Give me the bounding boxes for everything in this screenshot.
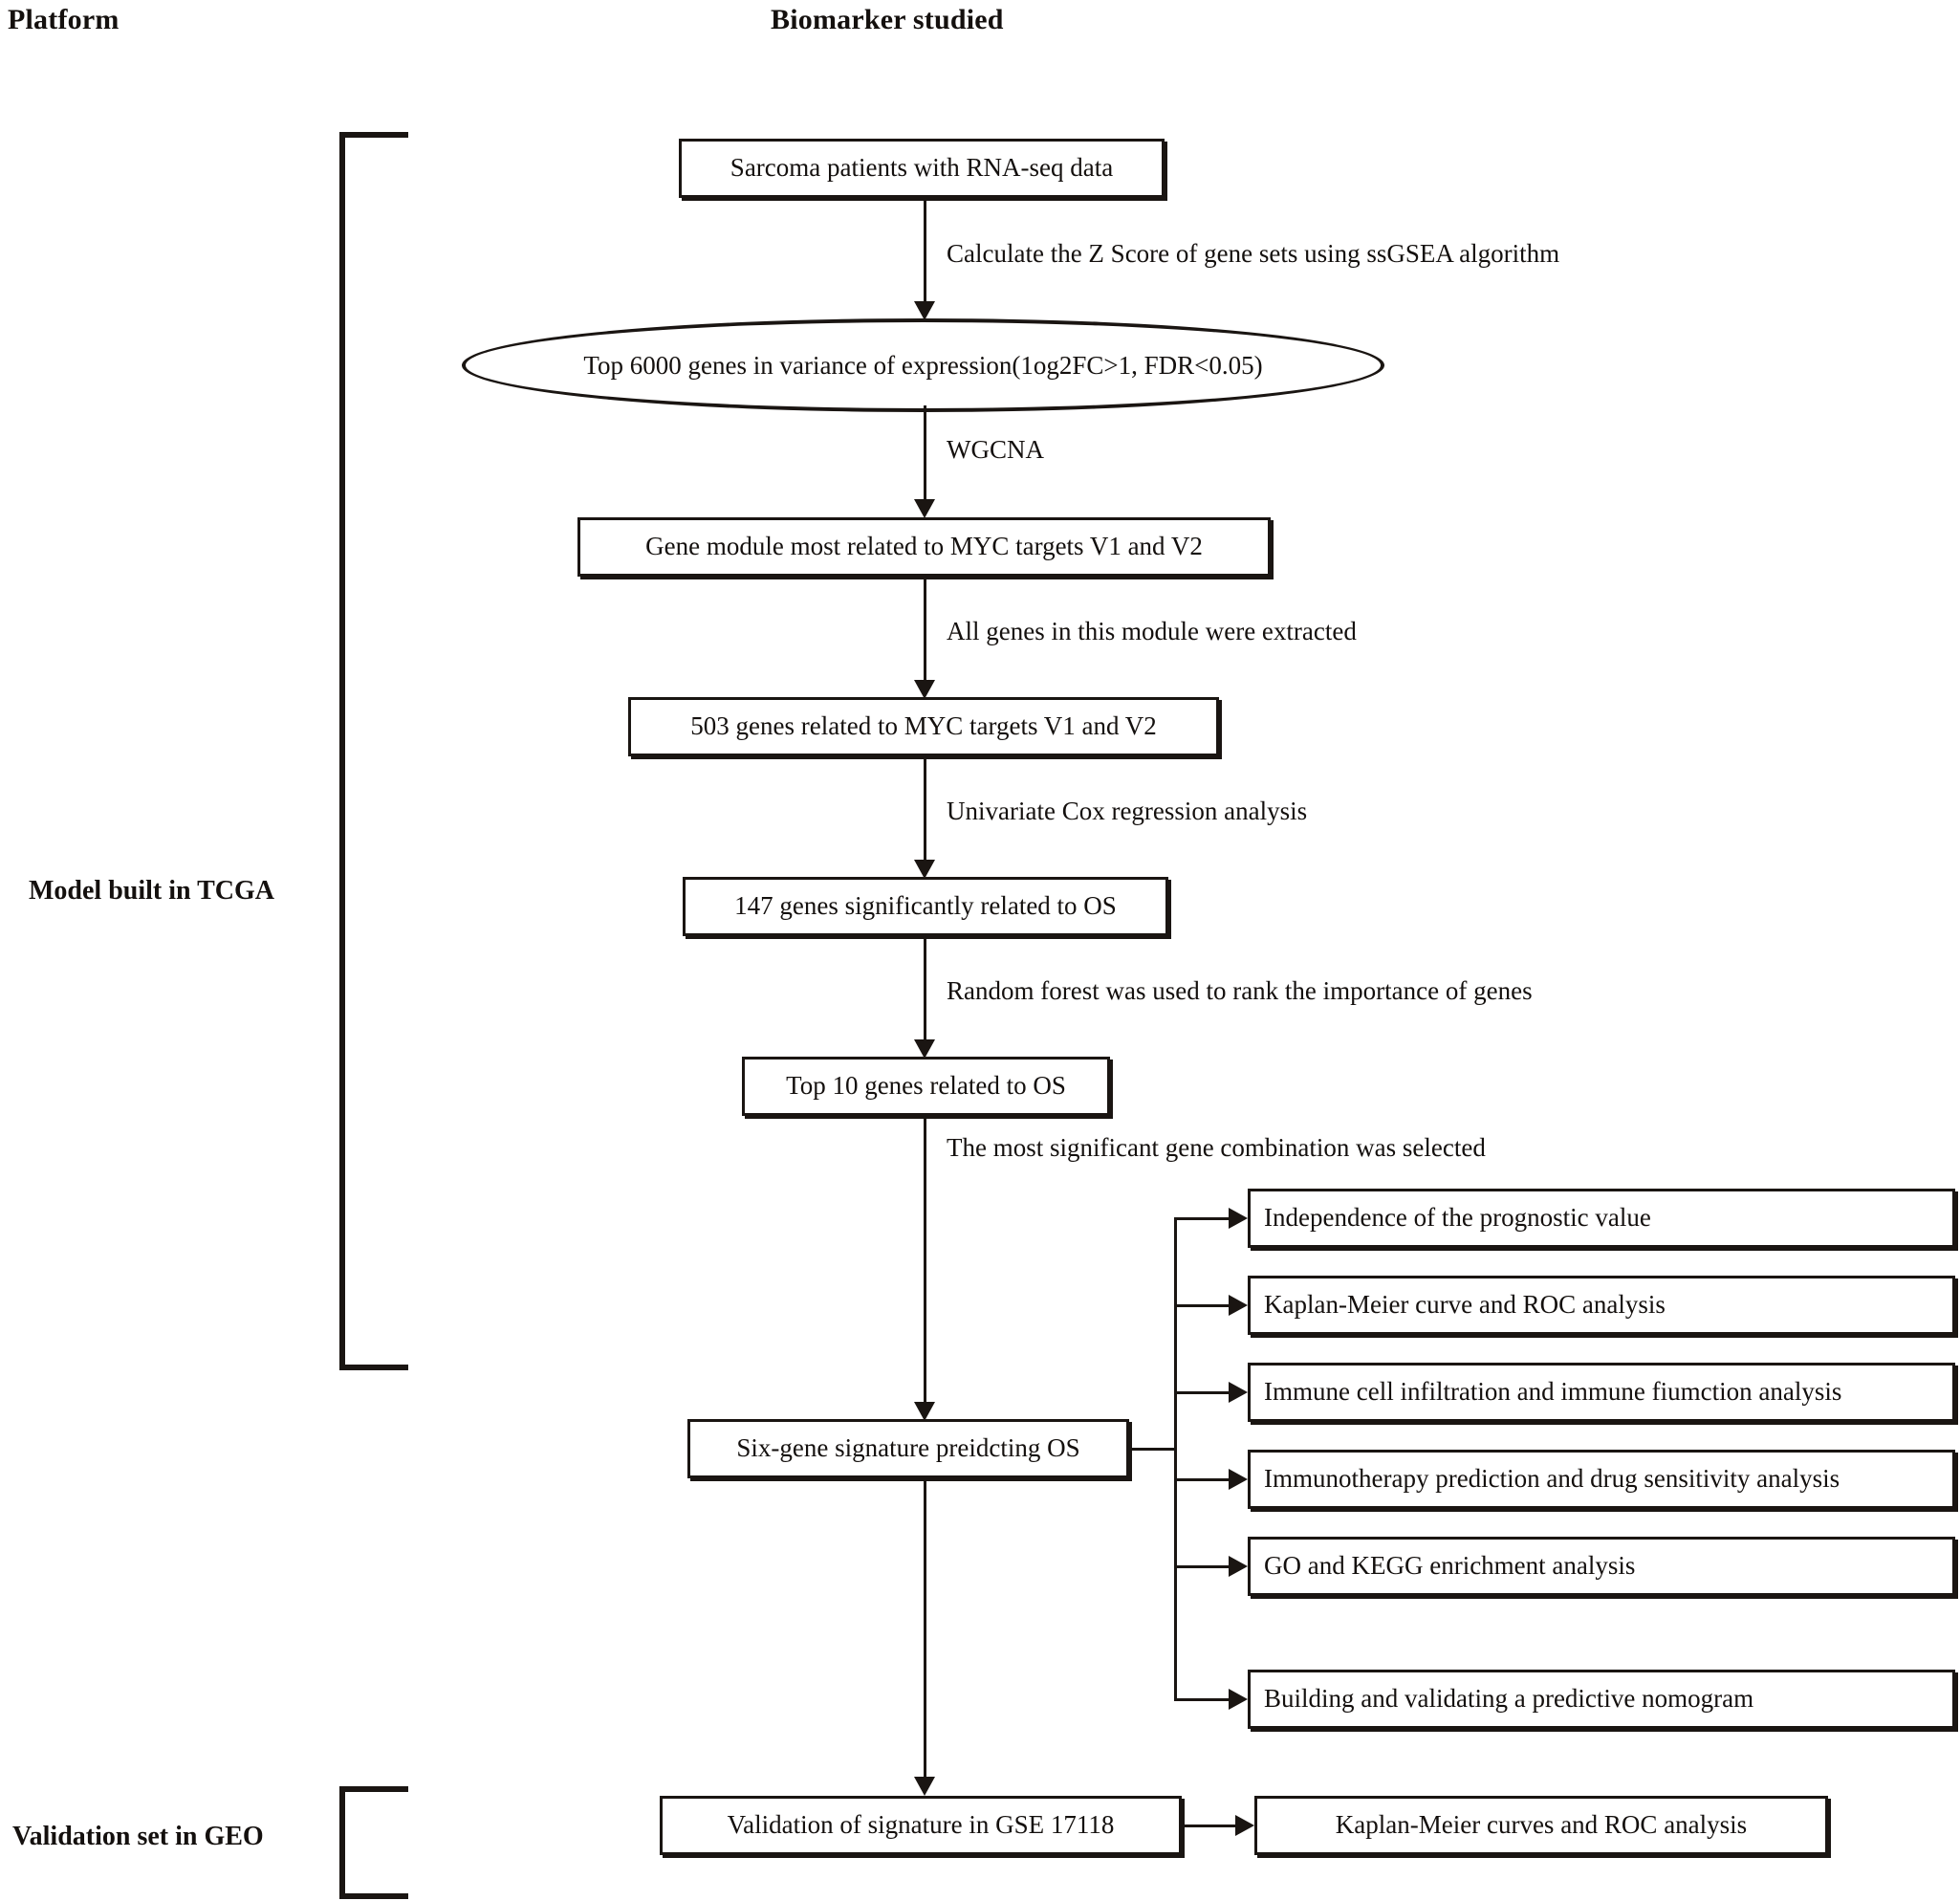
arrowhead-to-top6000 — [914, 301, 935, 320]
arrowhead-to-signature — [914, 1402, 935, 1421]
connector-branch-5 — [1174, 1565, 1231, 1568]
node-immunotherapy-drug-sensitivity[interactable]: Immunotherapy prediction and drug sensit… — [1248, 1450, 1955, 1509]
connector-branch-1 — [1174, 1217, 1231, 1220]
arrowhead-branch-2 — [1229, 1295, 1248, 1316]
connector-branch-4 — [1174, 1478, 1231, 1481]
bracket-geo — [339, 1786, 408, 1899]
side-label-geo: Validation set in GEO — [12, 1822, 264, 1851]
connector-branch-3 — [1174, 1391, 1231, 1394]
connector-module-to-503genes — [924, 577, 926, 688]
column-header-biomarker: Biomarker studied — [771, 4, 1004, 35]
node-km-curves-roc-validation[interactable]: Kaplan-Meier curves and ROC analysis — [1254, 1796, 1828, 1855]
connector-branch-spine — [1174, 1217, 1177, 1701]
node-sarcoma-patients[interactable]: Sarcoma patients with RNA-seq data — [679, 139, 1165, 198]
side-label-tcga: Model built in TCGA — [29, 876, 274, 906]
arrowhead-to-top10 — [914, 1039, 935, 1059]
connector-branch-2 — [1174, 1304, 1231, 1307]
node-503-genes[interactable]: 503 genes related to MYC targets V1 and … — [628, 697, 1219, 756]
arrowhead-branch-4 — [1229, 1469, 1248, 1490]
arrowhead-to-module — [914, 499, 935, 518]
arrowhead-to-503genes — [914, 680, 935, 699]
node-top-10-genes[interactable]: Top 10 genes related to OS — [742, 1057, 1110, 1116]
node-independence-prognostic-value[interactable]: Independence of the prognostic value — [1248, 1189, 1955, 1248]
connector-signature-to-validation — [924, 1478, 926, 1784]
arrowhead-to-validation — [914, 1777, 935, 1796]
connector-signature-stem — [1129, 1448, 1177, 1451]
arrowhead-to-147genes — [914, 860, 935, 879]
arrowhead-branch-6 — [1229, 1689, 1248, 1710]
connector-503genes-to-147genes — [924, 756, 926, 867]
flowchart-canvas: Platform Biomarker studied Model built i… — [0, 0, 1960, 1901]
arrowhead-validation-km — [1235, 1815, 1254, 1836]
bracket-tcga — [339, 132, 408, 1370]
column-header-platform: Platform — [8, 4, 120, 35]
node-validation-gse17118[interactable]: Validation of signature in GSE 17118 — [660, 1796, 1182, 1855]
arrowhead-branch-3 — [1229, 1382, 1248, 1403]
node-immune-cell-infiltration[interactable]: Immune cell infiltration and immune fium… — [1248, 1363, 1955, 1422]
arrowhead-branch-1 — [1229, 1208, 1248, 1229]
node-kaplan-meier-roc[interactable]: Kaplan-Meier curve and ROC analysis — [1248, 1276, 1955, 1335]
node-go-kegg-enrichment[interactable]: GO and KEGG enrichment analysis — [1248, 1537, 1955, 1596]
connector-branch-6 — [1174, 1698, 1231, 1701]
node-top-6000-genes[interactable]: Top 6000 genes in variance of expression… — [462, 318, 1384, 412]
connector-sarcoma-to-top6000 — [924, 198, 926, 309]
edge-label-wgcna: WGCNA — [947, 435, 1044, 464]
node-six-gene-signature[interactable]: Six-gene signature preidcting OS — [687, 1419, 1129, 1478]
connector-147genes-to-top10 — [924, 936, 926, 1047]
edge-label-random-forest: Random forest was used to rank the impor… — [947, 976, 1533, 1005]
connector-top6000-to-module — [924, 405, 926, 507]
edge-label-all-genes-extracted: All genes in this module were extracted — [947, 617, 1357, 645]
connector-top10-to-signature — [924, 1116, 926, 1409]
edge-label-ssgsea: Calculate the Z Score of gene sets using… — [947, 239, 1560, 268]
edge-label-univariate-cox: Univariate Cox regression analysis — [947, 797, 1308, 825]
node-gene-module[interactable]: Gene module most related to MYC targets … — [577, 517, 1271, 577]
node-predictive-nomogram[interactable]: Building and validating a predictive nom… — [1248, 1670, 1955, 1729]
node-147-genes[interactable]: 147 genes significantly related to OS — [683, 877, 1168, 936]
arrowhead-branch-5 — [1229, 1556, 1248, 1577]
connector-validation-to-km — [1185, 1825, 1240, 1827]
edge-label-gene-combination: The most significant gene combination wa… — [947, 1133, 1486, 1162]
